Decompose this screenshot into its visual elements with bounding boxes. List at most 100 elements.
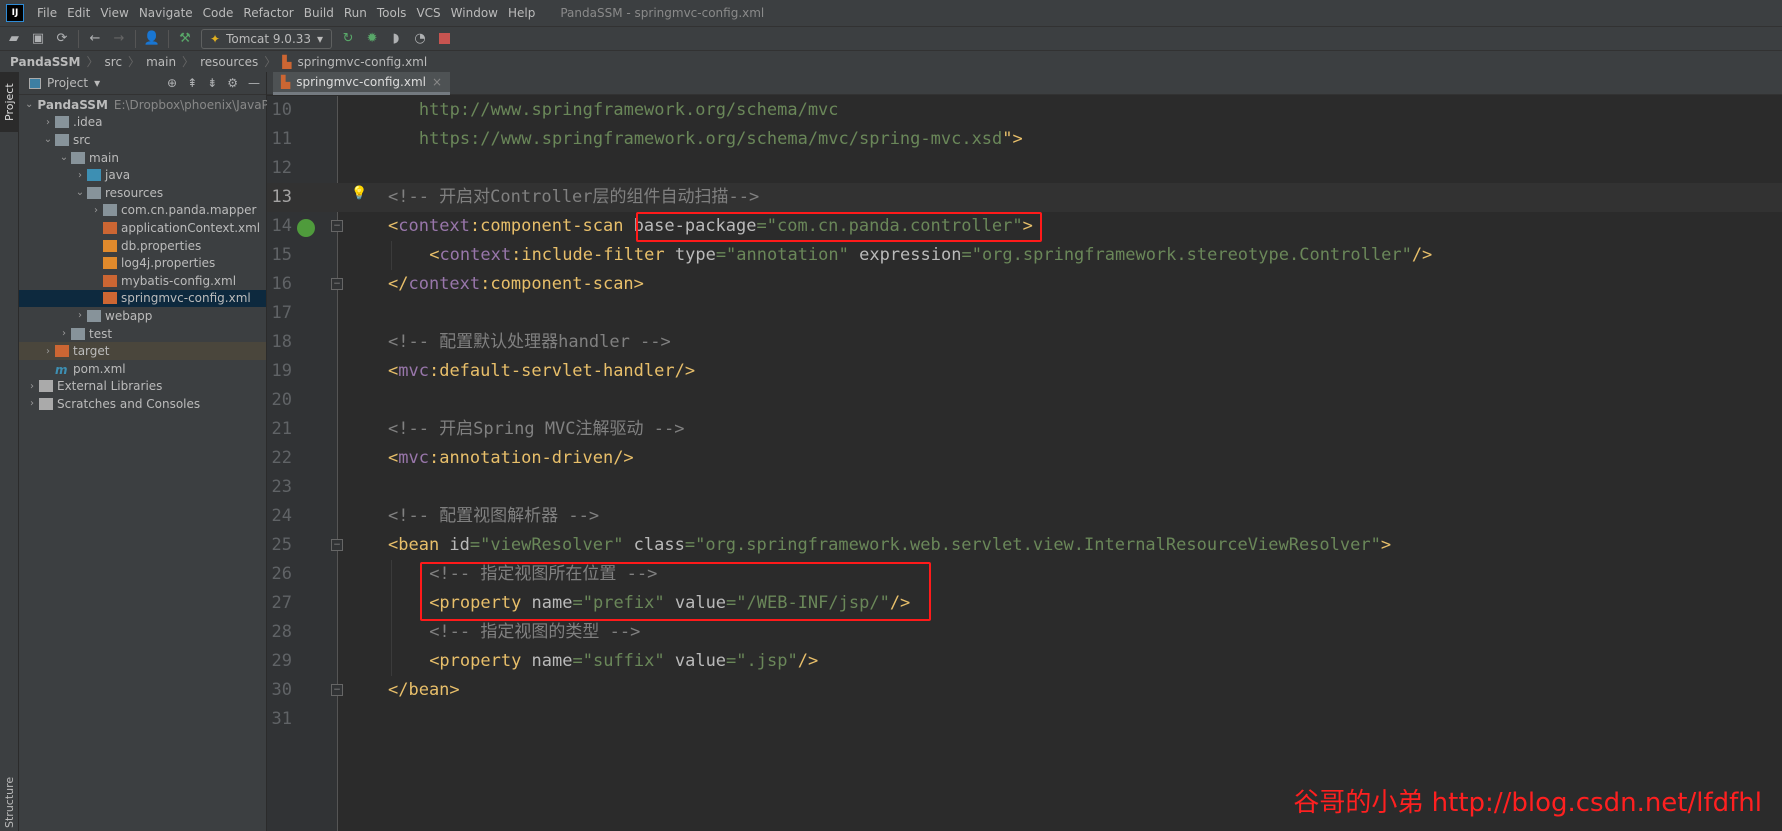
tree-item-label: External Libraries: [57, 379, 163, 394]
code-token: <: [388, 216, 399, 236]
tree-item[interactable]: › test: [19, 325, 266, 343]
open-folder-icon[interactable]: ▰: [6, 31, 22, 47]
lightbulb-icon[interactable]: 💡: [351, 186, 367, 201]
project-tool-tab[interactable]: Project: [0, 72, 19, 132]
build-hammer-icon[interactable]: ⚒: [177, 31, 193, 47]
code-line: 23: [267, 473, 1782, 502]
code-token: />: [797, 651, 819, 671]
code-line: 12: [267, 154, 1782, 183]
chevron-right-icon[interactable]: ›: [25, 381, 39, 392]
tree-item-label: resources: [105, 185, 164, 200]
maven-icon: m: [55, 362, 68, 377]
chevron-down-icon[interactable]: ▾: [94, 76, 100, 90]
tree-item-label: test: [89, 326, 113, 341]
fold-marker-icon[interactable]: −: [331, 278, 343, 290]
locate-icon[interactable]: ⊕: [167, 76, 177, 90]
menu-window[interactable]: Window: [451, 6, 498, 20]
spring-xml-icon: [103, 221, 117, 234]
menu-tools[interactable]: Tools: [377, 6, 407, 20]
menu-navigate[interactable]: Navigate: [139, 6, 193, 20]
line-number: 28: [271, 622, 292, 642]
xml-icon: [103, 274, 117, 287]
hide-icon[interactable]: —: [248, 76, 260, 90]
project-view-select[interactable]: Project: [47, 76, 88, 90]
code-token: =".jsp": [726, 651, 798, 671]
collapse-all-icon[interactable]: ⇟: [207, 76, 217, 90]
menu-refactor[interactable]: Refactor: [243, 6, 293, 20]
rerun-icon[interactable]: ↻: [340, 31, 356, 47]
code-text: <context:include-filter type="annotation…: [429, 241, 1432, 270]
tree-item[interactable]: m pom.xml: [19, 360, 266, 378]
tab-springmvc-config[interactable]: ▙ springmvc-config.xml ×: [273, 72, 451, 95]
chevron-right-icon[interactable]: ›: [57, 328, 71, 339]
expand-all-icon[interactable]: ⇞: [187, 76, 197, 90]
chevron-right-icon[interactable]: ›: [89, 205, 103, 216]
tree-item[interactable]: log4j.properties: [19, 254, 266, 272]
tree-item[interactable]: ⌄ resources: [19, 184, 266, 202]
spring-bean-search-icon[interactable]: [297, 219, 315, 237]
chevron-down-icon[interactable]: ⌄: [73, 187, 87, 198]
tree-item[interactable]: ⌄ src: [19, 131, 266, 149]
tree-item[interactable]: › External Libraries: [19, 378, 266, 396]
code-token: <!-- 指定视图的类型 -->: [429, 622, 641, 642]
code-token: <property: [429, 651, 532, 671]
breadcrumb-item[interactable]: main: [146, 55, 176, 69]
back-icon[interactable]: ←: [87, 31, 103, 47]
spring-xml-file-icon: ▙: [281, 75, 291, 89]
menu-vcs[interactable]: VCS: [416, 6, 440, 20]
menu-help[interactable]: Help: [508, 6, 535, 20]
menu-code[interactable]: Code: [203, 6, 234, 20]
breadcrumb-item[interactable]: resources: [200, 55, 258, 69]
tree-item[interactable]: › .idea: [19, 114, 266, 132]
chevron-down-icon[interactable]: ⌄: [41, 134, 55, 145]
close-icon[interactable]: ×: [432, 75, 442, 89]
tree-item[interactable]: springmvc-config.xml: [19, 289, 266, 308]
forward-icon[interactable]: →: [111, 31, 127, 47]
tree-item[interactable]: ⌄ main: [19, 149, 266, 167]
fold-marker-icon[interactable]: −: [331, 220, 343, 232]
tree-item[interactable]: › com.cn.panda.mapper: [19, 202, 266, 220]
code-token: ="viewResolver": [469, 535, 634, 555]
sync-icon[interactable]: ⟳: [54, 31, 70, 47]
code-editor[interactable]: 10 http://www.springframework.org/schema/…: [267, 96, 1782, 831]
watermark: 谷哥的小弟 http://blog.csdn.net/lfdfhl: [1293, 788, 1762, 818]
chevron-down-icon[interactable]: ⌄: [25, 99, 33, 110]
menu-build[interactable]: Build: [304, 6, 334, 20]
structure-tool-tab[interactable]: Structure: [0, 776, 19, 827]
chevron-right-icon[interactable]: ›: [73, 310, 87, 321]
code-token: <: [388, 361, 399, 381]
coverage-icon[interactable]: ◗: [388, 31, 404, 47]
tree-item[interactable]: mybatis-config.xml: [19, 272, 266, 290]
fold-marker-icon[interactable]: −: [331, 539, 343, 551]
chevron-right-icon[interactable]: ›: [41, 117, 55, 128]
chevron-right-icon[interactable]: ›: [25, 398, 39, 409]
gear-icon[interactable]: ⚙: [227, 76, 238, 90]
tree-item[interactable]: › target: [19, 342, 266, 360]
tree-item[interactable]: › java: [19, 166, 266, 184]
chevron-right-icon[interactable]: ›: [73, 170, 87, 181]
tree-item[interactable]: › webapp: [19, 307, 266, 325]
stop-icon[interactable]: [436, 31, 452, 47]
menu-run[interactable]: Run: [344, 6, 367, 20]
breadcrumb-item[interactable]: PandaSSM: [10, 55, 81, 69]
spring-xml-file-icon: ▙: [282, 54, 292, 69]
breadcrumb-item[interactable]: springmvc-config.xml: [297, 55, 427, 69]
menu-view[interactable]: View: [100, 6, 128, 20]
chevron-right-icon[interactable]: ›: [41, 346, 55, 357]
code-token: ="org.springframework.stereotype.Control…: [961, 245, 1412, 265]
profile-icon[interactable]: ◔: [412, 31, 428, 47]
tree-item[interactable]: › Scratches and Consoles: [19, 395, 266, 413]
breadcrumb-item[interactable]: src: [105, 55, 123, 69]
user-icon[interactable]: 👤: [144, 31, 160, 47]
menu-file[interactable]: File: [37, 6, 57, 20]
chevron-down-icon[interactable]: ⌄: [57, 152, 71, 163]
tree-item[interactable]: applicationContext.xml: [19, 219, 266, 237]
save-icon[interactable]: ▣: [30, 31, 46, 47]
menu-edit[interactable]: Edit: [67, 6, 90, 20]
run-config-select[interactable]: ✦ Tomcat 9.0.33 ▾: [201, 28, 333, 49]
debug-bug-icon[interactable]: ✹: [364, 31, 380, 47]
tree-item[interactable]: ⌄ PandaSSM E:\Dropbox\phoenix\JavaPro: [19, 96, 281, 114]
fold-marker-icon[interactable]: −: [331, 684, 343, 696]
tree-item[interactable]: db.properties: [19, 237, 266, 255]
line-number: 31: [271, 709, 292, 729]
